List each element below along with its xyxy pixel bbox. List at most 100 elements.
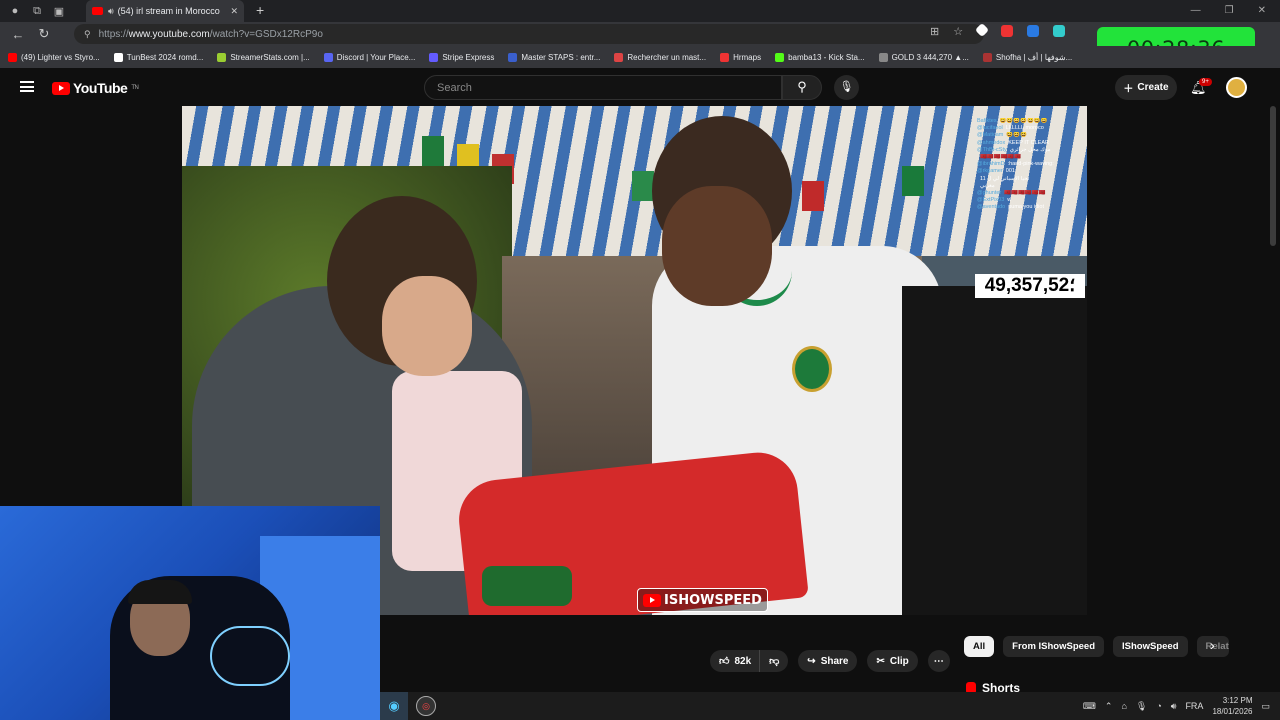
speaker-icon[interactable]: 🔊︎ [108,6,114,17]
wifi-icon[interactable]: ◔ [1156,701,1161,711]
more-actions-icon[interactable]: ⋯ [927,650,950,672]
notification-center-icon[interactable]: ▭ [1261,701,1270,712]
extension-diamond-icon[interactable] [975,22,990,38]
chat-message: @lucifanol LLLLLL moroco [977,125,1083,132]
bookmark-label: Shofha | شوفها | أف... [995,52,1073,62]
bunting-flag [902,166,924,196]
url-domain: www.youtube.com [128,28,210,40]
workspaces-icon[interactable]: ⧉ [30,4,44,18]
bookmark-favicon-icon [323,52,333,62]
dislike-button[interactable]: 👎︎ [759,650,789,672]
back-icon[interactable]: ← [10,27,26,42]
create-button[interactable]: ＋ Create [1115,75,1177,100]
restore-icon[interactable]: ❐ [1225,0,1234,22]
filter-chip[interactable]: All [964,636,995,657]
install-app-icon[interactable]: ⊞ [930,25,939,38]
chat-message: @rkgamer 001 [977,168,1083,175]
share-label: Share [820,655,849,667]
chat-username: @ThBt-cSty [977,146,1007,153]
bookmark-label: StreamerStats.com |... [230,52,310,62]
reload-icon[interactable]: ↻ [36,26,52,42]
extension-blue-icon[interactable] [1027,25,1040,37]
extension-teal-icon[interactable] [1053,25,1066,37]
chat-text: مغربي [980,182,995,189]
share-button[interactable]: ↪ Share [798,650,858,672]
bookmark-favicon-icon [217,52,227,62]
webcam-hair [128,580,192,604]
chat-text: KEEP IT CLEAR [1008,139,1049,146]
minimize-icon[interactable]: — [1191,0,1201,22]
create-label: Create [1137,82,1169,93]
chat-message: @ibrahimD:hand-pink-waving: [977,161,1083,168]
bookmark-item[interactable]: GOLD 3 444,270 ▲... [878,52,969,62]
microphone-icon[interactable]: 🎙︎ [834,75,859,100]
tab-title: (54) irl stream in Morocco [117,6,220,16]
search-input[interactable]: Search [424,75,782,100]
filter-chip[interactable]: From IShowSpeed [1003,636,1105,657]
url-field[interactable]: ⚲ https://www.youtube.com/watch?v=GSDx12… [74,24,984,44]
stream-chat-overlay: Bafiktes 😀😀😀😀😀😀😀 @lucifanol LLLLLL moroco @M… [977,118,1083,268]
profile-icon[interactable]: ● [8,4,22,18]
video-crest [792,346,832,392]
video-dark-figure [902,286,1087,615]
video-boy-face [382,276,472,376]
chat-username: @lucifanol [977,125,1003,132]
bookmark-item[interactable]: Hrmaps [720,52,761,62]
close-window-icon[interactable]: ✕ [1258,0,1266,22]
tab-youtube-stream[interactable]: 🔊︎ (54) irl stream in Morocco ✕ [86,0,244,22]
clock-time: 3:12 PM [1222,696,1253,705]
bookmark-star-icon[interactable]: ☆ [953,25,963,38]
edge-browser-icon[interactable]: ◉ [380,692,408,720]
bunting-flag [632,171,654,201]
bookmark-item[interactable]: StreamerStats.com |... [217,52,310,62]
close-tab-icon[interactable]: ✕ [230,6,238,17]
language-indicator[interactable]: FRA [1185,701,1203,711]
bookmark-item[interactable]: Discord | Your Place... [323,52,415,62]
microphone-tray-icon[interactable]: 🎙︎ [1136,701,1147,712]
filter-chip[interactable]: IShowSpeed [1113,636,1188,657]
country-code: TN [131,85,139,91]
bookmark-item[interactable]: Master STAPS : entr... [508,52,600,62]
chat-message: @ExtPix03 w [977,197,1083,204]
tab-actions-icon[interactable]: ▣ [52,4,66,18]
page-scrollbar[interactable] [1270,106,1276,246]
clock[interactable]: 3:12 PM 18/01/2026 [1212,695,1252,717]
new-tab-button[interactable]: + [256,2,264,18]
chevron-right-icon[interactable]: › [1210,637,1215,653]
viewer-count-overlay: 49,357,5؛2 [975,274,1085,298]
bookmark-item[interactable]: Rechercher un mast... [614,52,706,62]
network-icon[interactable]: ⌂ [1121,701,1126,711]
browser-tab-strip: ● ⧉ ▣ 🔊︎ (54) irl stream in Morocco ✕ + … [0,0,1280,22]
chat-username: Bafiktes [977,118,997,124]
bookmark-item[interactable]: TunBest 2024 romd... [113,52,203,62]
chat-username: @aventado [977,204,1006,211]
keyboard-icon[interactable]: ⌨ [1083,701,1096,712]
volume-icon[interactable]: 🔊︎ [1171,701,1177,712]
tray-chevron-up-icon[interactable]: ⌃ [1105,701,1113,712]
youtube-logo[interactable]: YouTube TN [52,80,139,96]
chat-username: @rkgamer [977,168,1003,175]
clip-button[interactable]: ✂ Clip [867,650,918,672]
chat-text: موك محل جزائري [1009,146,1051,153]
chat-text: :hand-pink-waving: [1007,161,1054,168]
site-info-icon[interactable]: ⚲ [84,29,91,40]
bookmark-item[interactable]: (49) Lighter vs Styro... [8,52,100,62]
chat-message: مغربي [977,183,1083,190]
bookmark-favicon-icon [614,52,624,62]
extension-red-icon[interactable] [1001,25,1014,37]
menu-icon[interactable] [20,81,34,92]
bunting-flag [802,181,824,211]
taskbar: ◉ ◎ ⌨ ⌃ ⌂ 🎙︎ ◔ 🔊︎ FRA 3:12 PM 18/01/2026… [380,692,1280,720]
avatar[interactable] [1226,77,1247,98]
bookmark-item[interactable]: bamba13 - Kick Sta... [775,52,865,62]
bookmarks-bar: (49) Lighter vs Styro... TunBest 2024 rom… [0,46,1280,68]
chat-message: @Maticam 😆😆😆 [977,132,1083,139]
search-icon[interactable]: ⚲ [782,75,822,100]
chat-text: 😀😀😀😀😀😀😀 [999,118,1048,124]
obs-icon[interactable]: ◎ [416,696,436,716]
like-button[interactable]: 👍︎ 82k [710,650,760,672]
bookmark-favicon-icon [775,52,785,62]
bookmark-item[interactable]: Shofha | شوفها | أف... [982,52,1073,62]
bookmark-label: Stripe Express [442,52,495,62]
bookmark-item[interactable]: Stripe Express [429,52,495,62]
